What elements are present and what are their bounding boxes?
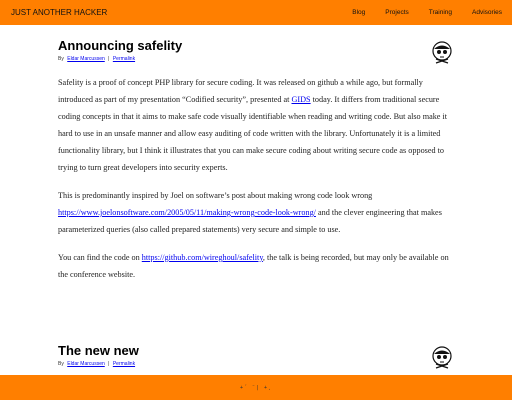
nav-blog[interactable]: Blog <box>352 9 365 16</box>
main-nav: Blog Projects Training Advisories <box>332 0 502 25</box>
skull-hacker-avatar-icon <box>432 41 452 64</box>
inline-link[interactable]: https://www.joelonsoftware.com/2005/05/1… <box>58 208 316 217</box>
by-label: By <box>58 361 64 367</box>
paragraph-text: This is predominantly inspired by Joel o… <box>58 191 373 200</box>
nav-projects[interactable]: Projects <box>385 9 408 16</box>
blog-post: The new new By Eldar Marcussen | Permali… <box>58 343 456 367</box>
by-label: By <box>58 56 64 62</box>
post-paragraph: You can find the code on https://github.… <box>58 249 456 283</box>
post-meta: By Eldar Marcussen | Permalink <box>58 361 456 367</box>
blog-post: Announcing safelity By Eldar Marcussen |… <box>58 38 456 294</box>
paragraph-text: today. It differs from traditional secur… <box>58 95 448 172</box>
paragraph-text: You can find the code on <box>58 253 142 262</box>
footer-bar: +´ ¨| +¸ <box>0 375 512 400</box>
inline-link[interactable]: GIDS <box>292 95 311 104</box>
top-navigation-bar: JUST ANOTHER HACKER Blog Projects Traini… <box>0 0 512 25</box>
post-title[interactable]: The new new <box>58 343 456 358</box>
meta-separator: | <box>108 361 110 367</box>
permalink-link[interactable]: Permalink <box>113 361 135 367</box>
meta-separator: | <box>108 56 110 62</box>
nav-training[interactable]: Training <box>429 9 452 16</box>
post-paragraph: Safelity is a proof of concept PHP libra… <box>58 74 456 176</box>
author-link[interactable]: Eldar Marcussen <box>67 56 105 62</box>
post-title[interactable]: Announcing safelity <box>58 38 456 53</box>
post-content: Safelity is a proof of concept PHP libra… <box>58 74 456 283</box>
footer-glyphs: +´ ¨| +¸ <box>239 384 273 391</box>
post-paragraph: This is predominantly inspired by Joel o… <box>58 187 456 238</box>
post-meta: By Eldar Marcussen | Permalink <box>58 56 456 62</box>
nav-advisories[interactable]: Advisories <box>472 9 502 16</box>
inline-link[interactable]: https://github.com/wireghoul/safelity <box>142 253 263 262</box>
site-brand[interactable]: JUST ANOTHER HACKER <box>11 0 107 25</box>
permalink-link[interactable]: Permalink <box>113 56 135 62</box>
skull-hacker-avatar-icon <box>432 346 452 369</box>
author-link[interactable]: Eldar Marcussen <box>67 361 105 367</box>
